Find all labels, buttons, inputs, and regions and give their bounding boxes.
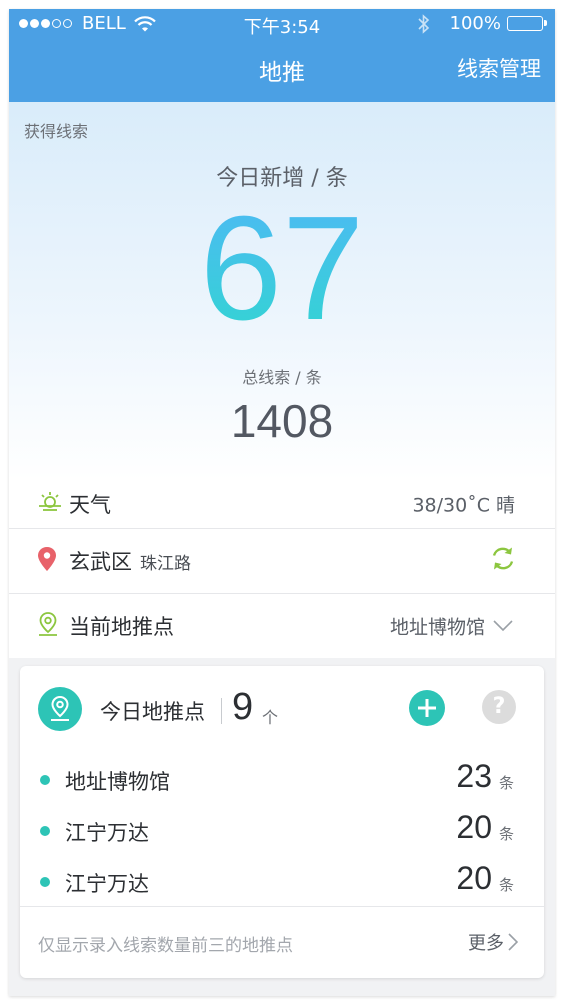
street-name: 珠江路 (140, 554, 191, 574)
more-link[interactable]: 更多 (468, 929, 504, 955)
today-points-card: 今日地推点 9 个 ? 地址博物馆 23 条 江宁万达 20 条 江宁万达 20… (20, 666, 544, 978)
location-pin-icon (37, 546, 57, 576)
today-new-count: 67 (199, 186, 365, 351)
phone-screen: BELL 下午3:54 100% 地推 线索管理 获得线索 今日新增 / 条 6… (9, 9, 555, 996)
current-point-value: 地址博物馆 (389, 616, 485, 639)
help-icon[interactable]: ? (482, 690, 516, 724)
lead-management-button[interactable]: 线索管理 (457, 53, 541, 83)
weather-row: 天气 38/30˚C 晴 (9, 480, 555, 529)
current-point-label: 当前地推点 (69, 615, 174, 639)
bullet-dot (40, 775, 50, 785)
status-bar: BELL 下午3:54 100% (9, 9, 555, 38)
list-item[interactable]: 江宁万达 20 条 (20, 807, 544, 857)
title-divider (221, 698, 222, 724)
map-pin-outline-icon (37, 611, 59, 641)
info-list: 天气 38/30˚C 晴 玄武区 珠江路 当前地推点 地址博物馆 (9, 480, 555, 658)
bluetooth-icon (417, 13, 429, 34)
card-title: 今日地推点 (100, 700, 205, 724)
points-count: 9 (232, 686, 254, 728)
add-point-button[interactable] (409, 690, 445, 726)
leads-summary: 获得线索 今日新增 / 条 67 总线索 / 条 1408 (9, 102, 555, 480)
location-row: 玄武区 珠江路 (9, 529, 555, 594)
chevron-right-icon (508, 933, 518, 951)
location-label: 玄武区 珠江路 (69, 546, 191, 576)
point-lead-count: 20 (456, 809, 492, 845)
point-lead-unit: 条 (498, 825, 514, 843)
points-count-unit: 个 (262, 708, 279, 727)
card-header: 今日地推点 9 个 ? (20, 666, 544, 750)
bullet-dot (40, 826, 50, 836)
point-name: 江宁万达 (65, 821, 149, 845)
total-leads-label: 总线索 / 条 (242, 368, 322, 387)
point-name: 江宁万达 (65, 872, 149, 896)
point-name: 地址博物馆 (65, 770, 170, 794)
total-leads-count: 1408 (230, 395, 334, 447)
weather-value: 38/30˚C 晴 (412, 494, 515, 517)
point-lead-unit: 条 (498, 876, 514, 894)
list-item[interactable]: 地址博物馆 23 条 (20, 756, 544, 806)
footer-note: 仅显示录入线索数量前三的地推点 (38, 936, 293, 956)
card-footer: 仅显示录入线索数量前三的地推点 更多 (20, 906, 544, 977)
top-bar: BELL 下午3:54 100% 地推 线索管理 (9, 9, 555, 102)
battery-percent: 100% (449, 13, 501, 34)
weather-label: 天气 (69, 493, 111, 517)
point-lead-unit: 条 (498, 774, 514, 792)
point-lead-count: 23 (456, 758, 492, 794)
section-label: 获得线索 (24, 122, 89, 141)
point-lead-count: 20 (456, 860, 492, 896)
weather-sun-cloud-icon (37, 491, 63, 517)
refresh-location-icon[interactable] (489, 545, 517, 578)
district-name: 玄武区 (69, 550, 132, 574)
status-right: 100% (417, 13, 547, 34)
chevron-down-icon (493, 620, 513, 632)
battery-icon (507, 16, 547, 31)
list-item[interactable]: 江宁万达 20 条 (20, 858, 544, 908)
map-location-icon (38, 687, 82, 731)
current-point-row[interactable]: 当前地推点 地址博物馆 (9, 594, 555, 658)
bullet-dot (40, 877, 50, 887)
